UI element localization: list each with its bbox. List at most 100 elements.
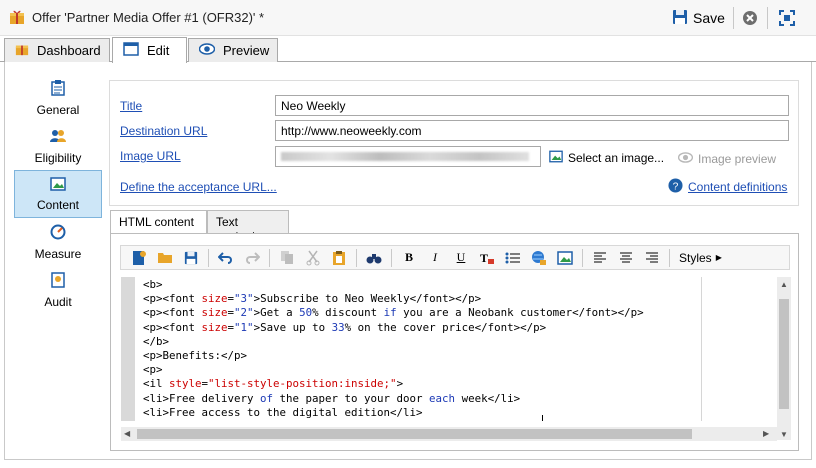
undo-icon[interactable] — [214, 247, 238, 269]
scroll-right-icon[interactable]: ▶ — [763, 429, 769, 438]
acceptance-url-link[interactable]: Define the acceptance URL... — [120, 180, 277, 194]
divider — [356, 248, 357, 267]
bold-button[interactable]: B — [397, 247, 421, 269]
align-left-icon[interactable] — [588, 247, 612, 269]
editor-toolbar: B I U T Styles ▶ — [120, 245, 790, 270]
floppy-icon[interactable] — [179, 247, 203, 269]
divider — [208, 248, 209, 267]
content-definitions-link[interactable]: ? Content definitions — [668, 178, 787, 196]
code-line[interactable]: <p> — [143, 363, 163, 377]
title-link[interactable]: Title — [120, 99, 142, 113]
cut-icon[interactable] — [301, 247, 325, 269]
blurred-url — [281, 152, 529, 161]
editor-gutter — [121, 277, 135, 427]
title-field[interactable]: Neo Weekly — [275, 95, 789, 116]
select-image-label: Select an image... — [568, 151, 665, 165]
print-margin-line — [701, 277, 702, 427]
offer-icon — [9, 9, 25, 28]
svg-text:T: T — [480, 251, 488, 265]
underline-button[interactable]: U — [449, 247, 473, 269]
italic-button[interactable]: I — [423, 247, 447, 269]
new-document-icon[interactable] — [127, 247, 151, 269]
scroll-left-icon[interactable]: ◀ — [124, 429, 130, 438]
destination-url-link[interactable]: Destination URL — [120, 124, 207, 138]
image-icon — [549, 150, 563, 166]
align-center-icon[interactable] — [614, 247, 638, 269]
tab-preview[interactable]: Preview — [188, 38, 278, 62]
nav-label: Content — [36, 198, 80, 212]
scroll-thumb[interactable] — [137, 429, 692, 439]
chevron-right-icon: ▶ — [715, 253, 722, 262]
vertical-scrollbar[interactable]: ▲ — [777, 277, 791, 440]
title-bar: Offer 'Partner Media Offer #1 (OFR32)' *… — [0, 0, 816, 36]
nav-label: General — [36, 103, 80, 117]
eye-icon — [198, 43, 216, 58]
tab-html-content[interactable]: HTML content — [110, 210, 207, 235]
scroll-down-icon[interactable]: ▼ — [780, 430, 788, 439]
users-icon — [49, 128, 67, 147]
maximize-icon[interactable] — [779, 10, 795, 29]
code-line[interactable]: <li>Free access to the digital edition</… — [143, 406, 423, 420]
scroll-up-icon[interactable]: ▲ — [780, 280, 788, 289]
align-right-icon[interactable] — [640, 247, 664, 269]
nav-label: Measure — [34, 247, 82, 261]
find-icon[interactable] — [362, 247, 386, 269]
styles-label: Styles — [679, 250, 712, 265]
scroll-thumb[interactable] — [779, 299, 789, 409]
code-line[interactable]: <b> — [143, 278, 163, 292]
edit-icon — [123, 42, 139, 59]
code-line[interactable]: <p><font size="1">Save up to 33% on the … — [143, 321, 546, 335]
help-icon: ? — [668, 178, 683, 196]
code-line[interactable]: <p><font size="2">Get a 50% discount if … — [143, 306, 644, 320]
nav-label: Eligibility — [34, 151, 82, 165]
clipboard-icon — [51, 80, 65, 99]
close-icon[interactable] — [742, 10, 758, 29]
bullet-list-icon[interactable] — [501, 247, 525, 269]
nav-measure[interactable]: Measure — [14, 218, 102, 266]
open-folder-icon[interactable] — [153, 247, 177, 269]
nav-general[interactable]: General — [14, 74, 102, 122]
image-url-link[interactable]: Image URL — [120, 149, 181, 163]
audit-icon — [51, 272, 65, 291]
code-line[interactable]: <il style="list-style-position:inside;"> — [143, 377, 403, 391]
tab-edit[interactable]: Edit — [112, 37, 187, 63]
styles-dropdown[interactable]: Styles ▶ — [675, 251, 726, 265]
divider — [669, 248, 670, 267]
link-icon[interactable] — [527, 247, 551, 269]
tab-label: Dashboard — [37, 43, 101, 58]
tab-bar: Dashboard Edit Preview — [0, 36, 816, 63]
nav-eligibility[interactable]: Eligibility — [14, 122, 102, 170]
paste-icon[interactable] — [327, 247, 351, 269]
select-image-button[interactable]: Select an image... — [549, 150, 664, 166]
eye-icon — [677, 152, 694, 166]
nav-label: Audit — [44, 295, 72, 309]
tab-label: Edit — [147, 43, 170, 58]
nav-content[interactable]: Content — [14, 170, 102, 218]
code-line[interactable]: <p>Benefits:</p> — [143, 349, 247, 363]
code-line[interactable]: <li>Free delivery of the paper to your d… — [143, 392, 520, 406]
tab-dashboard[interactable]: Dashboard — [4, 38, 110, 62]
copy-icon[interactable] — [275, 247, 299, 269]
image-preview-button[interactable]: Image preview — [677, 152, 776, 166]
image-url-field[interactable] — [275, 146, 541, 167]
divider — [767, 7, 768, 29]
tab-text-content[interactable]: Text content — [207, 210, 289, 243]
tab-label: Preview — [223, 43, 270, 58]
destination-url-field[interactable]: http://www.neoweekly.com — [275, 120, 789, 141]
image-icon — [50, 177, 66, 194]
divider — [582, 248, 583, 267]
horizontal-scrollbar[interactable]: ◀ ▶ — [121, 427, 777, 441]
svg-text:?: ? — [673, 181, 679, 192]
gauge-icon — [50, 224, 66, 243]
nav-audit[interactable]: Audit — [14, 266, 102, 314]
content-definitions-label: Content definitions — [688, 180, 788, 194]
floppy-icon — [672, 9, 688, 28]
insert-image-icon[interactable] — [553, 247, 577, 269]
save-button[interactable]: Save — [672, 7, 725, 29]
code-line[interactable]: <p><font size="3">Subscribe to Neo Weekl… — [143, 292, 481, 306]
gift-icon — [15, 42, 29, 59]
redo-icon[interactable] — [240, 247, 264, 269]
clear-format-icon[interactable]: T — [475, 247, 499, 269]
code-line[interactable]: </b> — [143, 335, 169, 349]
divider — [391, 248, 392, 267]
